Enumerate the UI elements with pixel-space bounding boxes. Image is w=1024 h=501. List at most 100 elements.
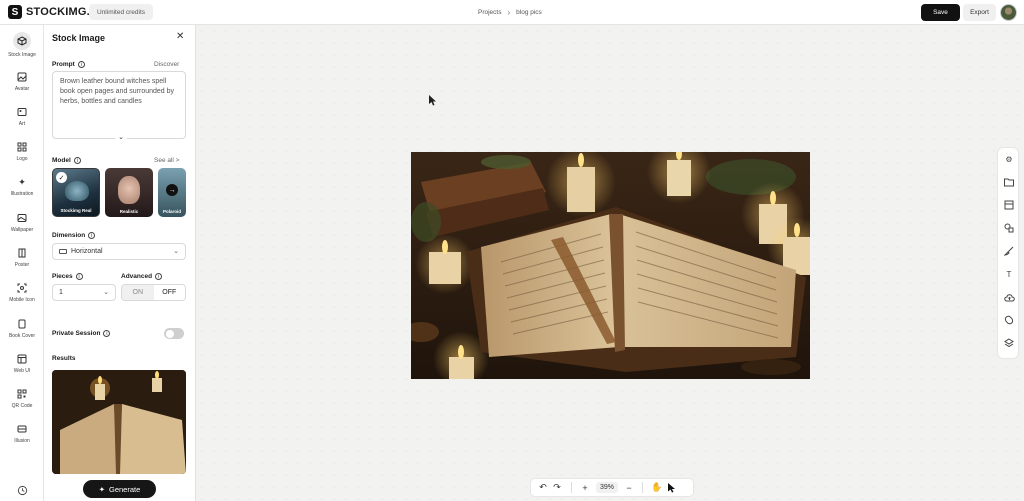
info-icon[interactable]: i bbox=[73, 157, 81, 164]
spell-book-scene bbox=[411, 152, 810, 379]
breadcrumb: Projects › blog pics bbox=[478, 8, 542, 17]
info-icon[interactable]: i bbox=[75, 273, 83, 280]
private-session-label: Private Session bbox=[52, 330, 101, 337]
info-icon[interactable]: i bbox=[77, 61, 85, 68]
check-icon: ✓ bbox=[56, 172, 67, 183]
see-all-link[interactable]: See all > bbox=[154, 157, 179, 164]
advanced-label-row: Advanced i bbox=[121, 273, 163, 280]
prompt-label: Prompt bbox=[52, 61, 75, 68]
advanced-on-button[interactable]: ON bbox=[122, 285, 154, 300]
prompt-input[interactable]: Brown leather bound witches spell book o… bbox=[52, 71, 186, 139]
nav-label: Wallpaper bbox=[10, 227, 34, 233]
info-icon[interactable]: i bbox=[103, 330, 111, 337]
web-icon bbox=[15, 352, 29, 366]
result-thumbnail[interactable] bbox=[52, 370, 186, 474]
chevron-down-icon: ⌄ bbox=[173, 248, 179, 255]
breadcrumb-projects[interactable]: Projects bbox=[478, 9, 501, 16]
nav-label: Illusion bbox=[14, 438, 30, 444]
zoom-in-icon[interactable]: + bbox=[580, 483, 590, 493]
info-icon[interactable]: i bbox=[155, 273, 163, 280]
redo-icon[interactable]: ↷ bbox=[551, 482, 563, 493]
nav-mobile-icon[interactable]: Mobile Icon bbox=[0, 276, 44, 308]
nav-poster[interactable]: Poster bbox=[0, 241, 44, 273]
result-book-image bbox=[52, 370, 186, 474]
nav-stock-image[interactable]: Stock Image bbox=[0, 29, 44, 61]
nav-avatar[interactable]: Avatar bbox=[0, 65, 44, 97]
advanced-off-button[interactable]: OFF bbox=[153, 285, 185, 300]
results-label-text: Results bbox=[52, 355, 76, 362]
model-label-row: Model i bbox=[52, 157, 81, 164]
nav-illusion[interactable]: Illusion bbox=[0, 417, 44, 449]
export-button[interactable]: Export bbox=[963, 4, 996, 21]
discover-link[interactable]: Discover bbox=[154, 61, 179, 68]
pieces-select[interactable]: 1 ⌄ bbox=[52, 284, 116, 301]
pieces-label: Pieces bbox=[52, 273, 73, 280]
brush-icon[interactable] bbox=[1003, 245, 1015, 257]
private-session-row: Private Session i bbox=[52, 330, 111, 337]
hand-icon[interactable]: ✋ bbox=[651, 482, 663, 493]
nav-qr-code[interactable]: QR Code bbox=[0, 382, 44, 414]
text-icon[interactable]: T bbox=[1003, 268, 1015, 280]
nav-label: Illustration bbox=[10, 191, 34, 197]
nav-label: Mobile Icon bbox=[9, 297, 35, 303]
mobile-icon bbox=[15, 281, 29, 295]
cloud-upload-icon[interactable] bbox=[1003, 291, 1015, 303]
nav-label: QR Code bbox=[11, 403, 33, 409]
divider bbox=[571, 482, 572, 493]
pill-icon[interactable] bbox=[1003, 314, 1015, 326]
nav-label: Logo bbox=[16, 156, 28, 162]
nav-art[interactable]: Art bbox=[0, 100, 44, 132]
generated-image[interactable] bbox=[411, 152, 810, 379]
grid-icon bbox=[15, 140, 29, 154]
dimension-label: Dimension bbox=[52, 232, 86, 239]
zoom-out-icon[interactable]: − bbox=[624, 483, 634, 493]
private-session-switch[interactable] bbox=[164, 328, 184, 339]
model-card-stockimg-real[interactable]: ✓ Stockimg Real bbox=[52, 168, 100, 217]
chevron-down-icon[interactable]: ⌄ bbox=[115, 131, 127, 143]
model-name: Realistic bbox=[119, 209, 139, 214]
poster-icon bbox=[15, 246, 29, 260]
folder-icon[interactable] bbox=[1003, 176, 1015, 188]
avatar[interactable] bbox=[1000, 4, 1017, 21]
generate-button[interactable]: ✦ Generate bbox=[83, 480, 156, 498]
rectangle-icon bbox=[59, 249, 67, 254]
nav-wallpaper[interactable]: Wallpaper bbox=[0, 206, 44, 238]
model-name: Polaroid bbox=[162, 209, 181, 214]
layers-icon[interactable] bbox=[1003, 337, 1015, 349]
right-toolbar: ⚙ T bbox=[997, 147, 1019, 359]
logo[interactable]: S STOCKIMG.AI bbox=[8, 5, 101, 19]
nav-logo[interactable]: Logo bbox=[0, 135, 44, 167]
breadcrumb-current[interactable]: blog pics bbox=[516, 9, 542, 16]
mouse-cursor-icon bbox=[429, 95, 437, 109]
settings-icon[interactable]: ⚙ bbox=[1003, 153, 1015, 165]
arrow-right-icon[interactable]: → bbox=[166, 184, 178, 196]
close-icon[interactable]: ✕ bbox=[176, 31, 184, 42]
sparkle-icon: ✦ bbox=[18, 176, 26, 187]
nav-book-cover[interactable]: Book Cover bbox=[0, 312, 44, 344]
info-icon[interactable]: i bbox=[88, 232, 96, 239]
model-name: Stockimg Real bbox=[60, 208, 92, 213]
left-nav: Stock Image Avatar Art Logo ✦ Illustrati… bbox=[0, 25, 44, 501]
stock-image-panel: Stock Image ✕ Prompt i Discover Brown le… bbox=[44, 25, 196, 501]
dimension-label-row: Dimension i bbox=[52, 232, 96, 239]
credits-badge[interactable]: Unlimited credits bbox=[89, 4, 154, 20]
advanced-toggle: ON OFF bbox=[121, 284, 186, 301]
zoom-level[interactable]: 39% bbox=[596, 482, 619, 493]
panel-title: Stock Image bbox=[52, 33, 106, 43]
layout-icon[interactable] bbox=[1003, 199, 1015, 211]
pointer-icon[interactable] bbox=[666, 482, 678, 493]
pieces-value: 1 bbox=[59, 289, 63, 296]
nav-label: Book Cover bbox=[8, 333, 36, 339]
history-icon[interactable] bbox=[15, 483, 29, 497]
undo-icon[interactable]: ↶ bbox=[537, 482, 549, 493]
model-card-polaroid[interactable]: → Polaroid bbox=[158, 168, 186, 217]
divider bbox=[642, 482, 644, 493]
save-button[interactable]: Save bbox=[921, 4, 960, 21]
wallpaper-icon bbox=[15, 211, 29, 225]
nav-illustration[interactable]: ✦ Illustration bbox=[0, 170, 44, 202]
nav-web-ui[interactable]: Web UI bbox=[0, 347, 44, 379]
dimension-select[interactable]: Horizontal ⌄ bbox=[52, 243, 186, 260]
shapes-icon[interactable] bbox=[1003, 222, 1015, 234]
pieces-label-row: Pieces i bbox=[52, 273, 83, 280]
model-card-realistic[interactable]: Realistic bbox=[105, 168, 153, 217]
